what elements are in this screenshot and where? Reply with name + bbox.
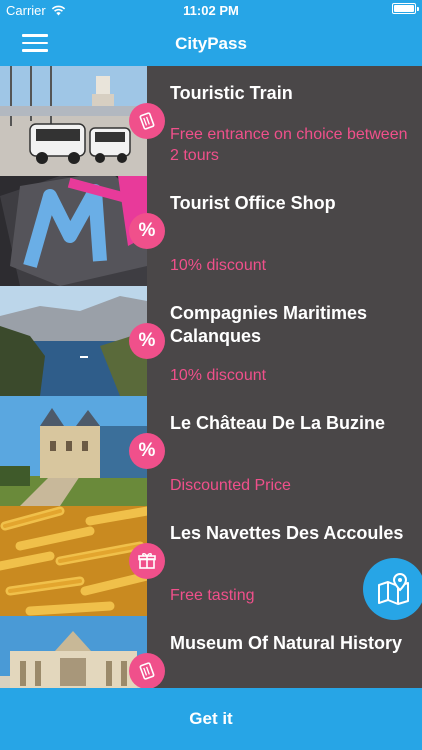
navettes-photo [0, 506, 147, 616]
ticket-icon [129, 103, 165, 139]
museum-natural-history-photo [0, 616, 147, 688]
item-title: Les Navettes Des Accoules [170, 523, 404, 543]
list-item[interactable]: Le Château De La Buzine Discounted Price… [0, 396, 422, 506]
list-item[interactable]: Tourist Office Shop 10% discount % [0, 176, 422, 286]
offer-list[interactable]: Touristic Train Free entrance on choice … [0, 66, 422, 688]
tourist-office-shop-photo [0, 176, 147, 286]
percent-icon: % [129, 433, 165, 469]
item-title: Tourist Office Shop [170, 193, 336, 213]
list-item[interactable]: Museum Of Natural History [0, 616, 422, 688]
list-item[interactable]: Les Navettes Des Accoules Free tasting [0, 506, 422, 616]
item-info: Museum Of Natural History [147, 616, 422, 688]
calanques-photo [0, 286, 147, 396]
item-info: Le Château De La Buzine Discounted Price [147, 396, 422, 506]
item-title: Compagnies Maritimes Calanques [170, 303, 368, 346]
item-offer: Free entrance on choice between 2 tours [170, 126, 408, 164]
page-title: CityPass [175, 34, 247, 53]
status-time: 11:02 PM [183, 3, 239, 18]
percent-icon: % [129, 213, 165, 249]
item-info: Touristic Train Free entrance on choice … [147, 66, 422, 176]
item-info: Tourist Office Shop 10% discount [147, 176, 422, 286]
touristic-train-photo [0, 66, 147, 176]
percent-icon: % [129, 323, 165, 359]
list-item[interactable]: Touristic Train Free entrance on choice … [0, 66, 422, 176]
ticket-icon [129, 653, 165, 688]
gift-icon [129, 543, 165, 579]
status-bar: Carrier 11:02 PM [0, 0, 422, 22]
item-offer: 10% discount [170, 367, 267, 384]
item-info: Compagnies Maritimes Calanques 10% disco… [147, 286, 422, 396]
status-right [392, 3, 419, 14]
map-button[interactable] [363, 558, 422, 620]
get-it-button[interactable]: Get it [0, 688, 422, 750]
item-title: Museum Of Natural History [170, 633, 403, 653]
map-pin-icon [378, 573, 409, 605]
item-offer: 10% discount [170, 257, 267, 274]
battery-icon [392, 3, 419, 14]
item-title: Le Château De La Buzine [170, 413, 386, 433]
list-item[interactable]: Compagnies Maritimes Calanques 10% disco… [0, 286, 422, 396]
item-offer: Discounted Price [170, 477, 291, 494]
nav-bar: CityPass [0, 22, 422, 66]
item-title: Touristic Train [170, 83, 293, 103]
chateau-buzine-photo [0, 396, 147, 506]
